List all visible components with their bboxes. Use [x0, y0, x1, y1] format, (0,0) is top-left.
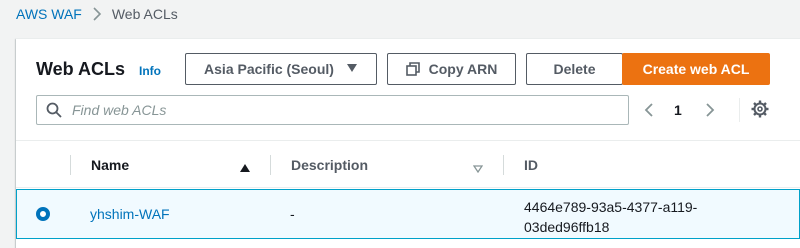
search-field[interactable] — [36, 95, 629, 125]
copy-arn-button[interactable]: Copy ARN — [387, 53, 516, 85]
info-link[interactable]: Info — [139, 64, 161, 78]
column-header-description[interactable]: Description — [291, 157, 368, 173]
web-acls-panel: Web ACLs Info Asia Pacific (Seoul) Copy … — [16, 38, 800, 248]
gear-icon[interactable] — [751, 100, 769, 123]
web-acl-description: - — [290, 206, 295, 222]
breadcrumb-aws-waf[interactable]: AWS WAF — [16, 6, 82, 22]
search-icon — [46, 102, 62, 118]
column-header-id[interactable]: ID — [524, 157, 538, 173]
current-page-number[interactable]: 1 — [674, 96, 682, 124]
breadcrumb-current: Web ACLs — [111, 6, 178, 22]
sort-asc-icon[interactable] — [240, 159, 250, 177]
copy-arn-label: Copy ARN — [428, 61, 498, 77]
column-divider — [70, 155, 71, 175]
column-divider[interactable] — [503, 155, 504, 175]
sort-icon[interactable] — [472, 160, 484, 178]
search-input[interactable] — [70, 101, 594, 119]
chevron-left-icon[interactable] — [643, 96, 655, 124]
web-acl-id: 4464e789-93a5-4377-a119-03ded96ffb18 — [524, 199, 698, 235]
table-header: Name Description ID — [16, 140, 800, 188]
delete-button[interactable]: Delete — [526, 53, 623, 85]
copy-icon — [405, 62, 420, 76]
chevron-right-icon[interactable] — [704, 96, 716, 124]
delete-label: Delete — [553, 61, 596, 77]
region-select-label: Asia Pacific (Seoul) — [204, 61, 334, 77]
web-acl-name-link[interactable]: yhshim-WAF — [90, 206, 170, 222]
page-title: Web ACLs — [36, 59, 126, 79]
column-header-name[interactable]: Name — [91, 157, 129, 173]
column-divider[interactable] — [270, 155, 271, 175]
breadcrumb: AWS WAF Web ACLs — [16, 6, 178, 22]
pagination-divider — [739, 98, 740, 122]
row-select-radio[interactable] — [36, 207, 50, 221]
table-row[interactable]: yhshim-WAF - 4464e789-93a5-4377-a119-03d… — [16, 189, 800, 239]
caret-down-icon — [346, 62, 358, 76]
region-select[interactable]: Asia Pacific (Seoul) — [185, 53, 377, 85]
create-web-acl-button[interactable]: Create web ACL — [622, 53, 770, 85]
create-web-acl-label: Create web ACL — [642, 61, 750, 77]
chevron-right-icon — [92, 7, 102, 21]
